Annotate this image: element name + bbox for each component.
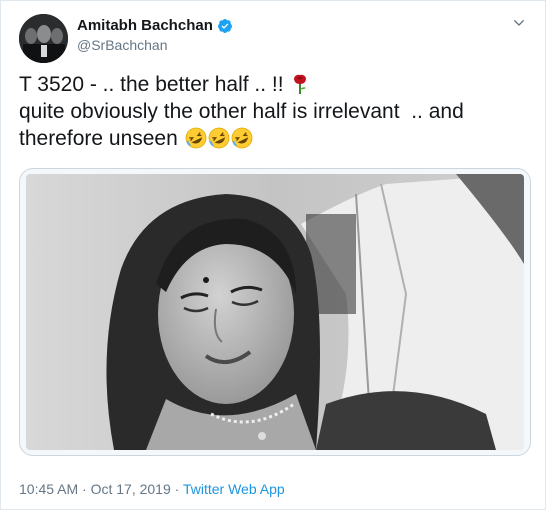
tweet-text-line-3: therefore unseen	[19, 125, 529, 152]
tweet-text-line-2: quite obviously the other half is irrele…	[19, 100, 464, 123]
verified-badge-icon	[217, 18, 232, 33]
tweet-text-line-1: T 3520 - .. the better half .. !!	[19, 71, 529, 98]
tweet-text: T 3520 - .. the better half .. !! quite …	[19, 71, 529, 152]
author-name-row: Amitabh Bachchan	[77, 17, 233, 34]
author-avatar[interactable]	[19, 14, 68, 63]
tweet-timestamp[interactable]: 10:45 AM · Oct 17, 2019	[19, 481, 171, 497]
tweet-photo[interactable]	[26, 174, 524, 450]
rose-emoji	[294, 74, 307, 94]
author-name[interactable]: Amitabh Bachchan	[77, 17, 213, 34]
tweet-media[interactable]	[19, 168, 531, 456]
rolling-on-floor-laughing-emoji	[208, 127, 230, 149]
tweet-footer: 10:45 AM · Oct 17, 2019 · Twitter Web Ap…	[19, 481, 285, 497]
rolling-on-floor-laughing-emoji	[185, 127, 207, 149]
tweet-card: Amitabh Bachchan @SrBachchan T 3520 - ..…	[0, 0, 546, 510]
tweet-source-link[interactable]: Twitter Web App	[183, 481, 285, 497]
author-handle[interactable]: @SrBachchan	[77, 37, 167, 53]
rolling-on-floor-laughing-emoji	[231, 127, 253, 149]
footer-separator: ·	[170, 481, 183, 497]
chevron-down-icon[interactable]	[511, 15, 527, 31]
